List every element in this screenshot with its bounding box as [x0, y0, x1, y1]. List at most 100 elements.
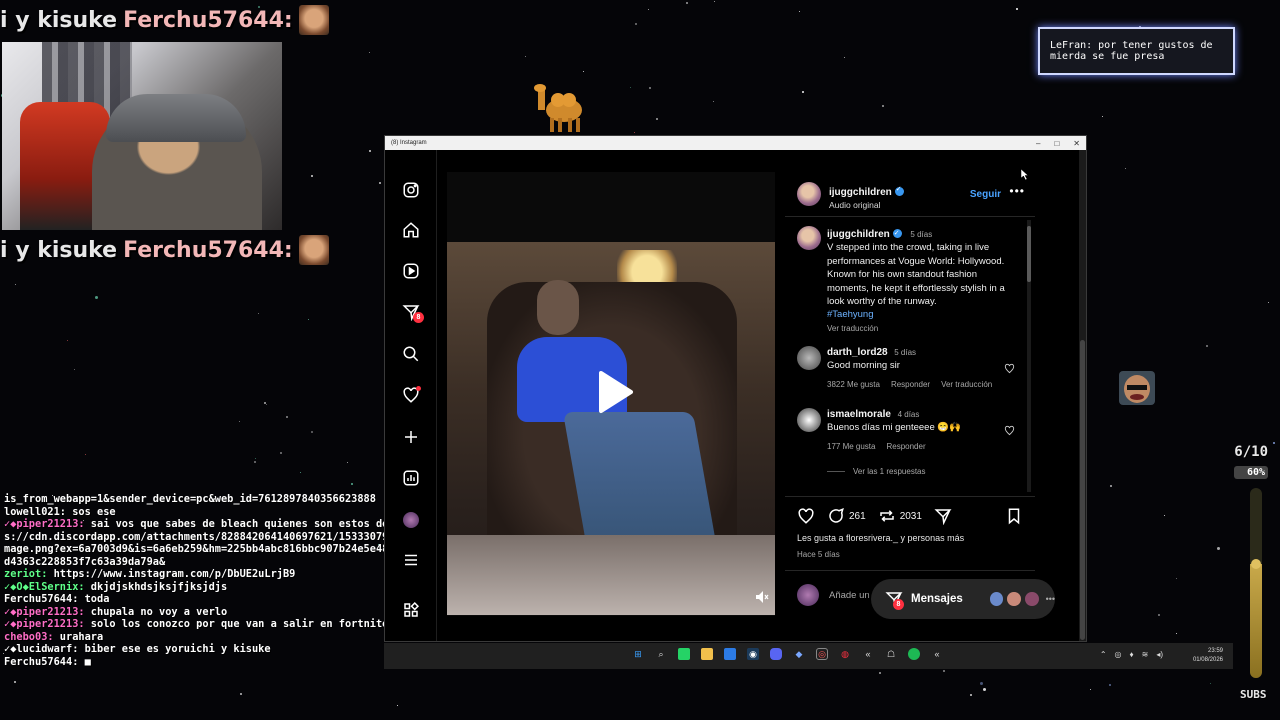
commenter-avatar[interactable] — [797, 408, 821, 432]
clock-date: 01/08/2026 — [1192, 657, 1223, 663]
tray-volume-icon[interactable]: ◂) — [1156, 650, 1163, 659]
file-explorer-icon[interactable] — [701, 648, 713, 660]
app-icon[interactable]: ☖ — [885, 648, 897, 660]
create-plus-icon[interactable] — [401, 427, 421, 447]
comment-bubble-icon — [829, 507, 844, 523]
reels-icon[interactable] — [401, 261, 421, 281]
sub-banner-name: Ferchu57644: — [123, 237, 293, 263]
caption-text: V stepped into the crowd, taking in live… — [827, 242, 1005, 308]
verified-badge-icon — [892, 227, 902, 240]
messages-button[interactable]: 8 Mensajes ••• — [871, 579, 1055, 619]
view-replies-link[interactable]: Ver las 1 respuestas — [853, 465, 925, 478]
home-icon[interactable] — [401, 220, 421, 240]
tray-app-icon[interactable]: ◎ — [1115, 650, 1122, 659]
divider — [785, 216, 1035, 217]
comment-text: Buenos días mi genteeee 😁🙌 — [827, 422, 962, 434]
tray-mic-icon[interactable]: ♦ — [1130, 650, 1134, 659]
reply-button[interactable]: Responder — [891, 378, 930, 391]
see-translation-link[interactable]: Ver traducción — [827, 324, 878, 333]
instagram-logo-icon[interactable] — [401, 180, 421, 200]
laughing-emote-icon — [1119, 371, 1155, 405]
caption-username[interactable]: ijuggchildren — [827, 229, 890, 240]
see-translation-link[interactable]: Ver traducción — [941, 378, 992, 391]
comment-age: 4 días — [897, 410, 920, 419]
repost-count: 2031 — [899, 510, 922, 522]
save-button[interactable] — [1005, 507, 1023, 525]
audio-label[interactable]: Audio original — [829, 200, 904, 210]
direct-icon: 8 — [885, 590, 904, 610]
steam-icon[interactable]: ◉ — [747, 648, 759, 660]
sub-banner-prefix: i y kisuke — [0, 7, 118, 33]
search-icon[interactable] — [401, 344, 421, 364]
like-comment-heart-icon[interactable] — [1004, 363, 1015, 374]
post-details-panel: ijuggchildren Audio original Seguir ••• … — [785, 172, 1035, 616]
comments-scrollbar[interactable] — [1027, 220, 1031, 492]
divider — [785, 570, 1035, 571]
chat-text: solo los conozco por que van a salir en … — [90, 618, 389, 630]
chat-text: toda — [84, 593, 110, 605]
share-button[interactable] — [934, 507, 952, 525]
comment-likes[interactable]: 3822 Me gusta — [827, 378, 880, 391]
like-button[interactable] — [797, 507, 815, 525]
chat-alert-box: LeFran: por tener gustos de mierda se fu… — [1038, 27, 1235, 75]
more-menu-icon[interactable] — [401, 550, 421, 570]
commenter-avatar[interactable] — [797, 346, 821, 370]
play-icon[interactable] — [587, 367, 637, 417]
post-header: ijuggchildren Audio original Seguir ••• — [797, 180, 1027, 212]
repost-button[interactable]: 2031 — [878, 507, 922, 525]
app-icon[interactable]: « — [862, 648, 874, 660]
window-titlebar[interactable]: (8) Instagram – □ ✕ — [385, 136, 1086, 150]
reel-video-player[interactable] — [447, 172, 775, 616]
notifications-heart-icon[interactable] — [401, 385, 421, 405]
liked-by-text[interactable]: Les gusta a floresrivera._ y personas má… — [797, 533, 964, 543]
app-icon[interactable]: « — [931, 648, 943, 660]
also-from-meta-icon[interactable] — [401, 600, 421, 620]
chat-text: sos ese — [72, 505, 116, 518]
taskbar-search-icon[interactable]: ⌕ — [655, 648, 667, 660]
hashtag-link[interactable]: #Taehyung — [827, 309, 873, 320]
taskbar-clock[interactable]: 23:59 01/08/2026 — [1193, 647, 1223, 665]
comment-text: Good morning sir — [827, 360, 900, 372]
tray-chevron-icon[interactable]: ⌃ — [1100, 650, 1107, 659]
chrome-icon[interactable]: ◎ — [816, 648, 828, 660]
webcam-feed — [2, 42, 282, 230]
author-avatar[interactable] — [797, 226, 821, 250]
whatsapp-icon[interactable] — [678, 648, 690, 660]
chat-text: ■ — [84, 655, 91, 668]
close-button[interactable]: ✕ — [1073, 139, 1080, 148]
comment-username[interactable]: darth_lord28 — [827, 347, 888, 358]
discord-icon[interactable] — [770, 648, 782, 660]
profile-avatar[interactable] — [401, 510, 421, 530]
comment-username[interactable]: ismaelmorale — [827, 409, 891, 420]
start-windows-icon[interactable]: ⊞ — [632, 648, 644, 660]
mouse-cursor-icon — [1021, 169, 1029, 180]
obs-icon[interactable]: ◍ — [839, 648, 851, 660]
notification-dot — [416, 386, 421, 391]
follow-button[interactable]: Seguir — [970, 189, 1001, 200]
comment-count: 261 — [849, 510, 866, 522]
author-username[interactable]: ijuggchildren — [829, 187, 892, 198]
dm-avatar — [1023, 591, 1040, 607]
like-comment-heart-icon[interactable] — [1004, 425, 1015, 436]
chat-text: dkjdjskhdsjksjfjksjdjs — [90, 580, 228, 593]
comment-button[interactable]: 261 — [827, 507, 866, 525]
author-avatar[interactable] — [797, 182, 821, 206]
maximize-button[interactable]: □ — [1054, 139, 1059, 148]
comment-likes[interactable]: 177 Me gusta — [827, 440, 875, 453]
add-comment-input[interactable]: Añade un — [829, 590, 870, 601]
app-icon[interactable]: ◆ — [793, 648, 805, 660]
ms-store-icon[interactable] — [724, 648, 736, 660]
direct-icon[interactable]: 8 — [401, 302, 424, 323]
tray-wifi-icon[interactable]: ≋ — [1142, 650, 1149, 659]
add-comment-bar[interactable]: Añade un — [797, 584, 870, 606]
more-options-icon[interactable]: ••• — [1009, 184, 1025, 198]
sub-goal-label: SUBS — [1240, 688, 1267, 701]
post-actions: 261 2031 — [797, 506, 1023, 526]
reply-button[interactable]: Responder — [886, 440, 925, 453]
window-scrollbar[interactable] — [1079, 150, 1086, 641]
dashboard-icon[interactable] — [401, 468, 421, 488]
minimize-button[interactable]: – — [1036, 139, 1040, 148]
mute-icon[interactable] — [755, 590, 769, 604]
spotify-icon[interactable] — [908, 648, 920, 660]
chat-username: ✓◆piper21213: — [4, 518, 91, 530]
